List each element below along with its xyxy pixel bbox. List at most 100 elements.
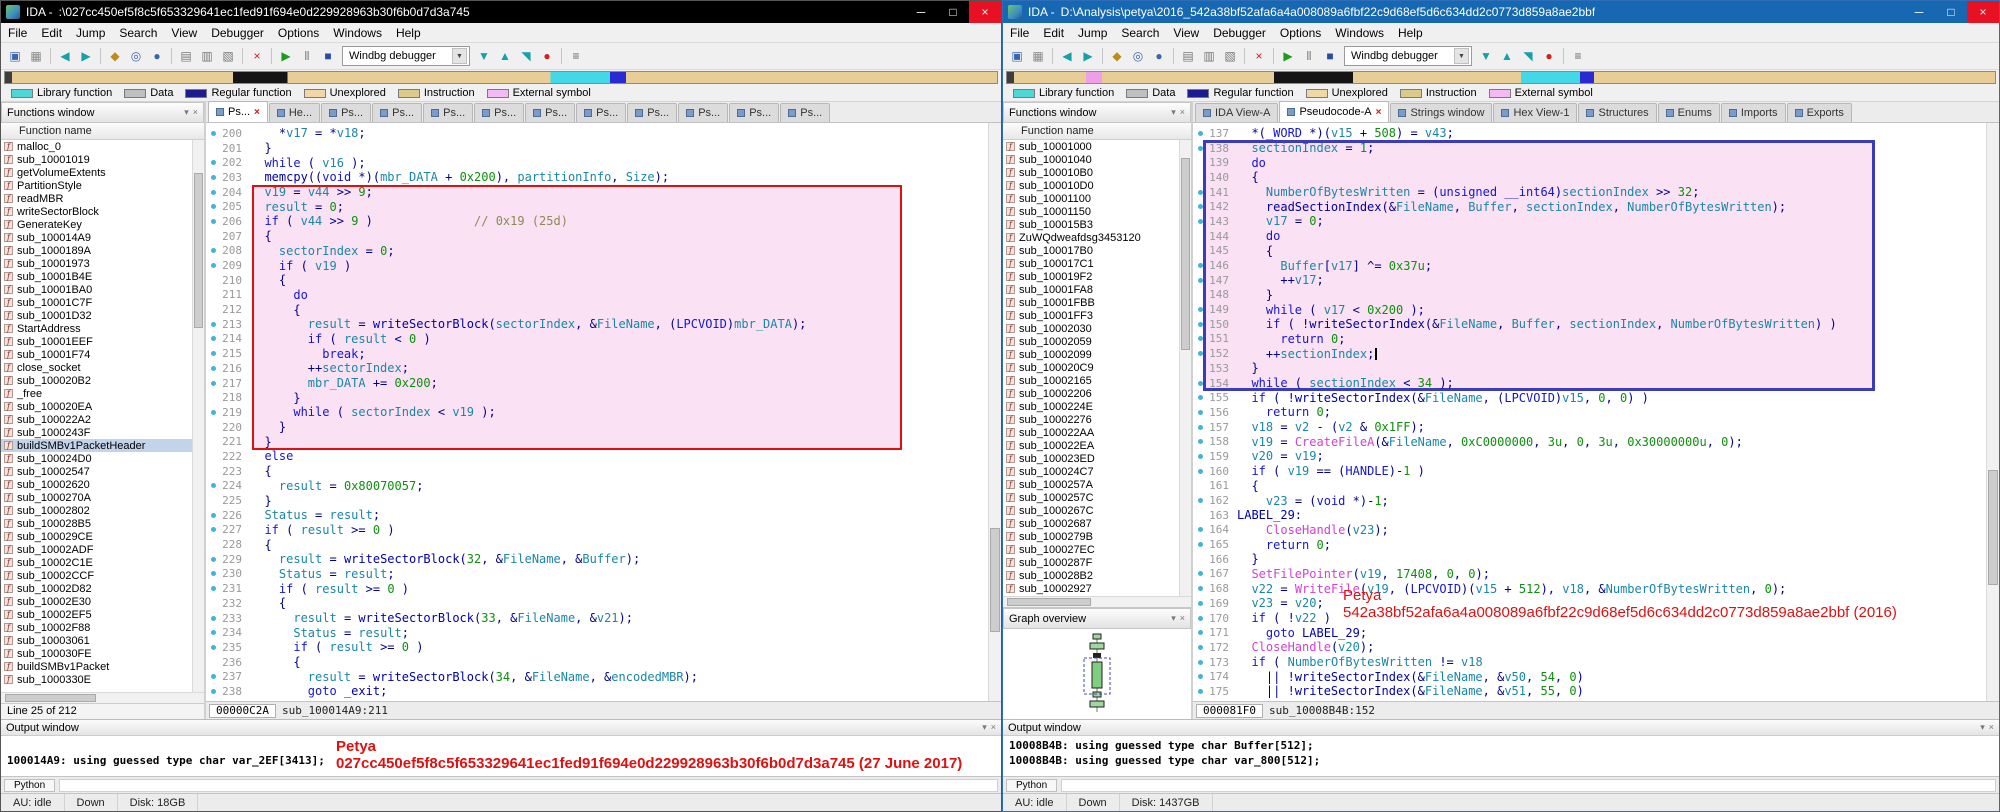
- tab-ps[interactable]: Ps...: [525, 103, 575, 122]
- code-line[interactable]: 228 {: [206, 537, 988, 552]
- python-input[interactable]: [1061, 779, 1996, 792]
- step-over-icon[interactable]: ▲: [1497, 46, 1517, 66]
- menu-edit[interactable]: Edit: [1036, 26, 1071, 40]
- close-icon[interactable]: ×: [1376, 107, 1382, 118]
- function-list-item[interactable]: fsub_10002927: [1003, 582, 1179, 595]
- menu-help[interactable]: Help: [1391, 26, 1430, 40]
- jump-icon[interactable]: ◆: [1107, 46, 1127, 66]
- code-line[interactable]: 214 if ( result < 0 ): [206, 332, 988, 347]
- code-line[interactable]: 226 Status = result;: [206, 508, 988, 523]
- step-into-icon[interactable]: ▼: [474, 46, 494, 66]
- debugger-combo[interactable]: Windbg debugger▼: [342, 46, 470, 66]
- tab-imports[interactable]: Imports: [1721, 103, 1786, 122]
- code-line[interactable]: 215 break;: [206, 346, 988, 361]
- structs-icon[interactable]: ▥: [1199, 46, 1219, 66]
- function-list-item[interactable]: fsub_10002ADF: [1, 543, 192, 556]
- stop-icon[interactable]: ■: [1320, 46, 1340, 66]
- function-list-item[interactable]: fsub_1000287F: [1003, 556, 1179, 569]
- dock-icon[interactable]: ▾: [982, 722, 987, 733]
- function-list-item[interactable]: fsub_100023ED: [1003, 452, 1179, 465]
- menu-options[interactable]: Options: [1273, 26, 1328, 40]
- function-list-item[interactable]: fbuildSMBv1Packet: [1, 660, 192, 673]
- code-line[interactable]: 144 do: [1193, 229, 1986, 244]
- cancel-icon[interactable]: ×: [1249, 46, 1269, 66]
- function-list-item[interactable]: fsub_10001FBB: [1003, 296, 1179, 309]
- tab-ps[interactable]: Ps...: [576, 103, 626, 122]
- function-list-item[interactable]: fmalloc_0: [1, 140, 192, 153]
- code-line[interactable]: 211 do: [206, 288, 988, 303]
- code-line[interactable]: 146 Buffer[v17] ^= 0x37u;: [1193, 258, 1986, 273]
- functions-scrollbar[interactable]: [1179, 140, 1191, 596]
- function-list-item[interactable]: fsub_1000270A: [1, 491, 192, 504]
- function-list-item[interactable]: fsub_100020C9: [1003, 361, 1179, 374]
- tab-ps[interactable]: Ps...: [678, 103, 728, 122]
- menu-search[interactable]: Search: [1114, 26, 1166, 40]
- code-line[interactable]: 154 while ( sectionIndex < 34 );: [1193, 376, 1986, 391]
- tab-enums[interactable]: Enums: [1658, 103, 1720, 122]
- function-list-item[interactable]: fsub_10002687: [1003, 517, 1179, 530]
- run-until-icon[interactable]: ◥: [1518, 46, 1538, 66]
- function-list-item[interactable]: fPartitionStyle: [1, 179, 192, 192]
- back-icon[interactable]: ◀: [55, 46, 75, 66]
- code-line[interactable]: 237 result = writeSectorBlock(34, &FileN…: [206, 669, 988, 684]
- code-line[interactable]: 202 while ( v16 );: [206, 155, 988, 170]
- menu-debugger[interactable]: Debugger: [204, 26, 271, 40]
- function-list-item[interactable]: fsub_10002099: [1003, 348, 1179, 361]
- code-line[interactable]: 236 {: [206, 655, 988, 670]
- code-line[interactable]: 152 ++sectionIndex;: [1193, 346, 1986, 361]
- close-button[interactable]: ×: [969, 1, 1001, 23]
- menu-help[interactable]: Help: [389, 26, 428, 40]
- code-line[interactable]: 149 while ( v17 < 0x200 );: [1193, 302, 1986, 317]
- function-list-item[interactable]: fsub_100024C7: [1003, 465, 1179, 478]
- close-icon[interactable]: ×: [1180, 107, 1185, 118]
- graph-overview-thumbnail[interactable]: [1003, 629, 1191, 719]
- close-icon[interactable]: ×: [254, 107, 260, 118]
- function-list-item[interactable]: fGenerateKey: [1, 218, 192, 231]
- function-list-item[interactable]: fStartAddress: [1, 322, 192, 335]
- tab-ps[interactable]: Ps...: [729, 103, 779, 122]
- search-icon[interactable]: ◎: [1128, 46, 1148, 66]
- function-list-item[interactable]: fsub_10002206: [1003, 387, 1179, 400]
- function-list-item[interactable]: fsub_10002E30: [1, 595, 192, 608]
- minimize-button[interactable]: ─: [1903, 1, 1935, 23]
- jump-icon[interactable]: ◆: [105, 46, 125, 66]
- tab-ps[interactable]: Ps...: [423, 103, 473, 122]
- code-line[interactable]: 200 *v17 = *v18;: [206, 126, 988, 141]
- function-list-item[interactable]: fsub_1000243F: [1, 426, 192, 439]
- forward-icon[interactable]: ▶: [1078, 46, 1098, 66]
- code-line[interactable]: 172 CloseHandle(v20);: [1193, 640, 1986, 655]
- code-line[interactable]: 167 SetFilePointer(v19, 17408, 0, 0);: [1193, 567, 1986, 582]
- function-list-item[interactable]: fsub_10001000: [1003, 140, 1179, 153]
- save-icon[interactable]: ▣: [5, 46, 25, 66]
- code-line[interactable]: 160 if ( v19 == (HANDLE)-1 ): [1193, 464, 1986, 479]
- code-line[interactable]: 238 goto _exit;: [206, 684, 988, 699]
- function-list-item[interactable]: fsub_1000267C: [1003, 504, 1179, 517]
- code-line[interactable]: 147 ++v17;: [1193, 273, 1986, 288]
- function-list-item[interactable]: fsub_1000257C: [1003, 491, 1179, 504]
- search-icon[interactable]: ◎: [126, 46, 146, 66]
- function-list-item[interactable]: fsub_10001FA8: [1003, 283, 1179, 296]
- function-list-item[interactable]: fsub_100022EA: [1003, 439, 1179, 452]
- code-line[interactable]: 217 mbr_DATA += 0x200;: [206, 376, 988, 391]
- minimize-button[interactable]: ─: [905, 1, 937, 23]
- function-list-item[interactable]: fsub_100028B5: [1, 517, 192, 530]
- pseudocode-view[interactable]: 200 *v17 = *v18;201 }202 while ( v16 ); 2…: [206, 123, 988, 701]
- code-line[interactable]: 224 result = 0x80070057;: [206, 479, 988, 494]
- function-list-item[interactable]: fsub_100024D0: [1, 452, 192, 465]
- menu-jump[interactable]: Jump: [1071, 26, 1114, 40]
- code-line[interactable]: 201 }: [206, 141, 988, 156]
- function-list-item[interactable]: fgetVolumeExtents: [1, 166, 192, 179]
- code-line[interactable]: 235 if ( result >= 0 ): [206, 640, 988, 655]
- code-line[interactable]: 139 do: [1193, 155, 1986, 170]
- code-line[interactable]: 173 if ( NumberOfBytesWritten != v18: [1193, 655, 1986, 670]
- function-list-item[interactable]: freadMBR: [1, 192, 192, 205]
- function-list-item[interactable]: fsub_1000257A: [1003, 478, 1179, 491]
- function-list-item[interactable]: fsub_10001100: [1003, 192, 1179, 205]
- output-window-title[interactable]: Output window ▾×: [1, 720, 1001, 736]
- function-list-item[interactable]: fsub_10001FF3: [1003, 309, 1179, 322]
- function-list-item[interactable]: fsub_10002802: [1, 504, 192, 517]
- code-line[interactable]: 204 v19 = v44 >> 9;: [206, 185, 988, 200]
- function-list-item[interactable]: fsub_1000330E: [1, 673, 192, 686]
- function-list-item[interactable]: fsub_10001B4E: [1, 270, 192, 283]
- pause-icon[interactable]: Ⅱ: [297, 46, 317, 66]
